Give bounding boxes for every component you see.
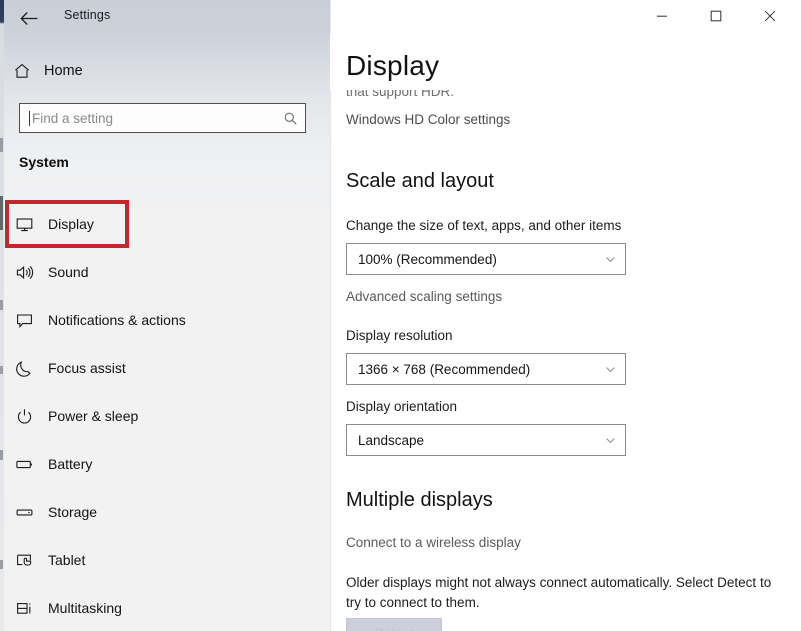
sidebar-group-title: System: [19, 154, 69, 170]
resolution-label: Display resolution: [346, 328, 453, 343]
sidebar-item-notifications-actions[interactable]: Notifications & actions: [0, 296, 330, 344]
search-icon[interactable]: [275, 111, 305, 126]
maximize-button[interactable]: [693, 0, 739, 32]
sidebar-item-label: Display: [48, 216, 94, 232]
monitor-icon: [0, 215, 48, 234]
sidebar-item-sound[interactable]: Sound: [0, 248, 330, 296]
sidebar-item-storage[interactable]: Storage: [0, 488, 330, 536]
home-icon: [0, 62, 44, 80]
scale-dropdown-value: 100% (Recommended): [358, 251, 497, 267]
sidebar-item-multitasking[interactable]: Multitasking: [0, 584, 330, 631]
speech-bubble-icon: [0, 311, 48, 330]
settings-window: Home Find a setting System Display Sound…: [0, 0, 801, 631]
orientation-label: Display orientation: [346, 399, 458, 414]
multitasking-icon: [0, 599, 48, 618]
sidebar-item-focus-assist[interactable]: Focus assist: [0, 344, 330, 392]
back-arrow-icon[interactable]: [12, 2, 46, 34]
advanced-scaling-settings-link[interactable]: Advanced scaling settings: [346, 289, 502, 304]
sidebar-item-power-sleep[interactable]: Power & sleep: [0, 392, 330, 440]
sidebar-item-display[interactable]: Display: [0, 200, 330, 248]
close-button[interactable]: [747, 0, 793, 32]
sidebar-item-label: Battery: [48, 456, 93, 472]
sidebar-item-label: Notifications & actions: [48, 312, 186, 328]
resolution-dropdown[interactable]: 1366 × 768 (Recommended): [346, 353, 626, 385]
battery-icon: [0, 455, 48, 474]
main-content: that support HDR. Windows HD Color setti…: [330, 0, 801, 631]
detect-button[interactable]: Detect: [346, 618, 442, 631]
multiple-displays-heading: Multiple displays: [346, 489, 493, 511]
sidebar-item-label: Storage: [48, 504, 98, 520]
pane-divider: [330, 0, 331, 631]
windows-hd-color-settings-link[interactable]: Windows HD Color settings: [346, 112, 510, 127]
wireless-display-link[interactable]: Connect to a wireless display: [346, 535, 521, 550]
background-window-sliver: [0, 450, 3, 460]
orientation-dropdown[interactable]: Landscape: [346, 424, 626, 456]
orientation-dropdown-value: Landscape: [358, 432, 425, 448]
minimize-button[interactable]: [639, 0, 685, 32]
background-window-sliver: [0, 560, 3, 569]
multiple-displays-description: Older displays might not always connect …: [346, 575, 772, 610]
background-window-sliver: [0, 300, 3, 310]
sidebar-item-label: Multitasking: [48, 600, 122, 616]
scale-label: Change the size of text, apps, and other…: [346, 218, 622, 233]
moon-icon: [0, 359, 48, 378]
sidebar-item-tablet[interactable]: Tablet: [0, 536, 330, 584]
tablet-touch-icon: [0, 551, 48, 570]
power-icon: [0, 407, 48, 426]
speaker-icon: [0, 263, 48, 282]
sidebar-home-label: Home: [44, 63, 83, 79]
sidebar-item-label: Sound: [48, 264, 89, 280]
background-window-sliver: [0, 366, 3, 374]
storage-drive-icon: [0, 503, 48, 522]
title-bar: Settings: [0, 0, 801, 36]
chevron-down-icon: [595, 253, 625, 266]
search-input[interactable]: Find a setting: [19, 103, 306, 133]
sidebar-item-home[interactable]: Home: [0, 54, 330, 88]
page-title: Display: [346, 50, 440, 81]
sidebar-item-label: Focus assist: [48, 360, 126, 376]
background-window-sliver: [0, 138, 3, 152]
resolution-dropdown-value: 1366 × 768 (Recommended): [358, 361, 531, 377]
scale-dropdown[interactable]: 100% (Recommended): [346, 243, 626, 275]
chevron-down-icon: [595, 363, 625, 376]
window-title: Settings: [64, 8, 111, 22]
sidebar-nav-list: Display Sound Notifications & actions Fo…: [0, 200, 330, 631]
chevron-down-icon: [595, 434, 625, 447]
window-left-edge: [0, 0, 4, 631]
sidebar-item-battery[interactable]: Battery: [0, 440, 330, 488]
background-window-sliver: [0, 196, 3, 230]
sidebar-item-label: Power & sleep: [48, 408, 139, 424]
sidebar: Home Find a setting System Display Sound…: [0, 0, 330, 631]
scale-and-layout-heading: Scale and layout: [346, 170, 494, 192]
search-placeholder-text: Find a setting: [32, 110, 114, 126]
sidebar-item-label: Tablet: [48, 552, 86, 568]
